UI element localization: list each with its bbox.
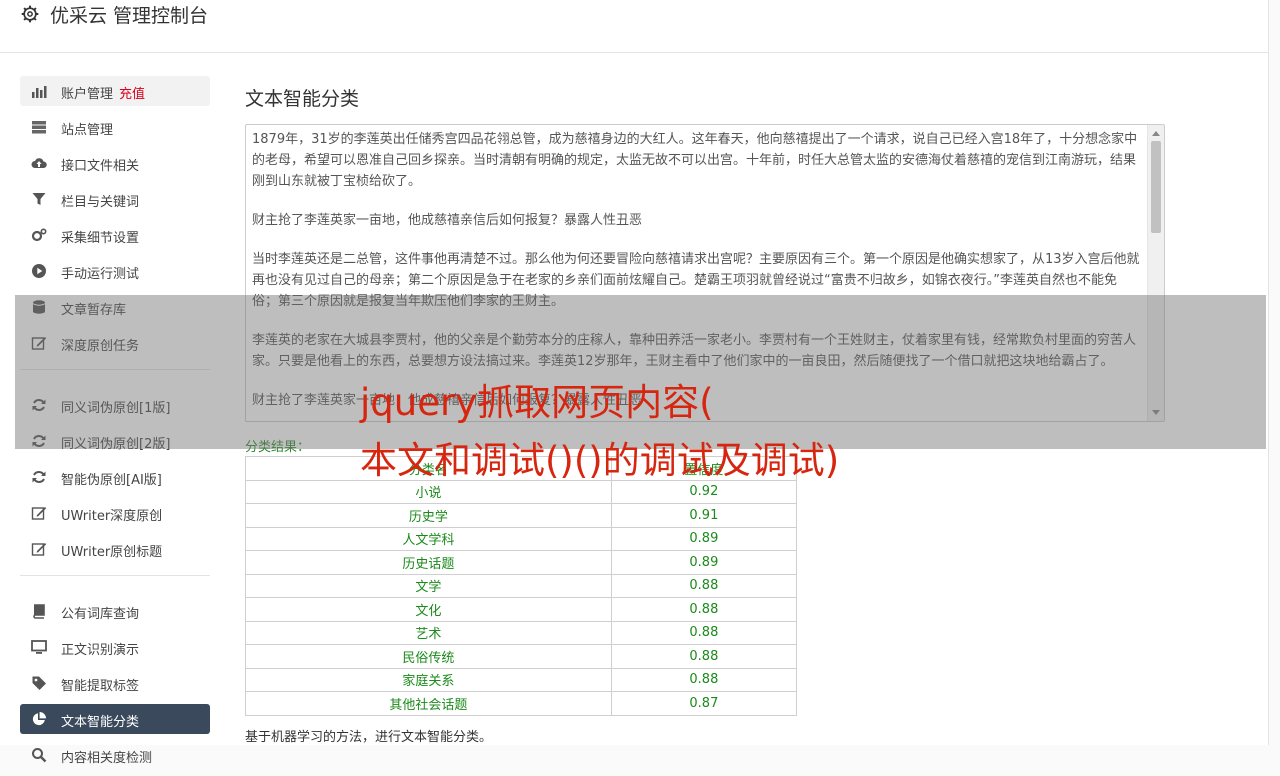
nav-label: 账户管理 <box>61 87 114 102</box>
table-row: 文学 0.88 <box>245 573 798 598</box>
tag-icon <box>32 676 46 690</box>
confidence-cell: 0.88 <box>610 573 798 598</box>
confidence-cell: 0.87 <box>610 691 798 716</box>
confidence-cell: 0.89 <box>610 550 798 575</box>
article-paragraph: 财主抢了李莲英家一亩地，他成慈禧亲信后如何报复？暴露人性丑恶 <box>252 213 643 228</box>
nav-manual-run-test[interactable]: 手动运行测试 <box>20 256 210 286</box>
category-cell: 文学 <box>245 573 612 598</box>
article-paragraph: 1879年，31岁的李莲英出任储秀宫四品花翎总管，成为慈禧身边的大红人。这年春天… <box>252 132 1138 189</box>
filter-icon <box>32 193 46 205</box>
table-row: 历史学 0.91 <box>245 503 798 528</box>
category-cell: 文化 <box>245 597 612 622</box>
server-icon <box>32 121 46 134</box>
footnote: 基于机器学习的方法，进行文本智能分类。 <box>245 730 493 745</box>
table-row: 民俗传统 0.88 <box>245 644 798 669</box>
nav-uwriter-title[interactable]: UWriter原创标题 <box>20 534 210 564</box>
bar-chart-icon <box>32 86 47 98</box>
nav-label: UWriter深度原创 <box>61 509 163 524</box>
nav-label: 站点管理 <box>61 123 114 138</box>
cloud-upload-icon <box>31 158 47 168</box>
nav-label: 采集细节设置 <box>61 231 140 246</box>
nav-label: UWriter原创标题 <box>61 545 163 560</box>
nav-label: 正文识别演示 <box>61 643 140 658</box>
play-circle-icon <box>32 264 46 278</box>
edit-icon <box>31 507 47 520</box>
app-title: 优采云 管理控制台 <box>50 5 209 27</box>
table-row: 历史话题 0.89 <box>245 550 798 575</box>
edit-icon <box>31 543 47 556</box>
table-row: 其他社会话题 0.87 <box>245 691 798 716</box>
category-cell: 其他社会话题 <box>245 691 612 716</box>
overlay-headline: jquery抓取网页内容( 本文和调试()()的调试及调试) <box>360 374 960 490</box>
nav-collect-settings[interactable]: 采集细节设置 <box>20 220 210 250</box>
nav-label: 栏目与关键词 <box>61 195 140 210</box>
category-cell: 家庭关系 <box>245 667 612 692</box>
confidence-cell: 0.91 <box>610 503 798 528</box>
category-cell: 历史学 <box>245 503 612 528</box>
table-row: 人文学科 0.89 <box>245 526 798 551</box>
confidence-cell: 0.88 <box>610 620 798 645</box>
category-cell: 历史话题 <box>245 550 612 575</box>
category-cell: 民俗传统 <box>245 644 612 669</box>
search-icon <box>32 748 47 763</box>
nav-site-management[interactable]: 站点管理 <box>20 112 210 142</box>
nav-label: 内容相关度检测 <box>61 751 153 766</box>
nav-text-classification[interactable]: 文本智能分类 <box>20 704 210 734</box>
classification-table: 分类名 置信度 小说 0.92 历史学 0.91 人文学科 0.89 历史话题 0.89… <box>245 456 798 716</box>
confidence-cell: 0.88 <box>610 644 798 669</box>
table-row: 艺术 0.88 <box>245 620 798 645</box>
top-header: 优采云 管理控制台 <box>0 0 1268 53</box>
nav-interface-files[interactable]: 接口文件相关 <box>20 148 210 178</box>
nav-label: 手动运行测试 <box>61 267 140 282</box>
table-row: 家庭关系 0.88 <box>245 667 798 692</box>
pie-chart-icon <box>32 712 46 726</box>
nav-text-recognition-demo[interactable]: 正文识别演示 <box>20 632 210 662</box>
nav-smart-tags[interactable]: 智能提取标签 <box>20 668 210 698</box>
nav-public-lexicon[interactable]: 公有词库查询 <box>20 596 210 626</box>
nav-columns-keywords[interactable]: 栏目与关键词 <box>20 184 210 214</box>
nav-smart-ai[interactable]: 智能伪原创[AI版] <box>20 462 210 492</box>
scroll-thumb[interactable] <box>1151 141 1161 233</box>
monitor-icon <box>31 640 47 654</box>
overlay-line-2: 本文和调试()()的调试及调试) <box>360 439 840 482</box>
page-title: 文本智能分类 <box>245 88 360 110</box>
confidence-cell: 0.88 <box>610 667 798 692</box>
nav-uwriter-deep[interactable]: UWriter深度原创 <box>20 498 210 528</box>
recharge-link[interactable]: 充值 <box>119 87 145 102</box>
overlay-line-1: jquery抓取网页内容( <box>360 381 714 424</box>
nav-divider <box>20 575 210 576</box>
nav-account-management[interactable]: 账户管理 充值 <box>20 76 210 106</box>
book-icon <box>33 604 45 619</box>
confidence-cell: 0.89 <box>610 526 798 551</box>
category-cell: 艺术 <box>245 620 612 645</box>
nav-label: 公有词库查询 <box>61 607 140 622</box>
gear-icon <box>21 5 39 23</box>
confidence-cell: 0.88 <box>610 597 798 622</box>
refresh-icon <box>32 471 46 483</box>
scroll-up-arrow-icon[interactable] <box>1152 131 1160 136</box>
gears-icon <box>31 228 47 242</box>
table-row: 文化 0.88 <box>245 597 798 622</box>
nav-label: 文本智能分类 <box>61 715 140 730</box>
category-cell: 人文学科 <box>245 526 612 551</box>
nav-label: 智能伪原创[AI版] <box>61 473 162 488</box>
nav-label: 接口文件相关 <box>61 159 140 174</box>
nav-label: 智能提取标签 <box>61 679 140 694</box>
